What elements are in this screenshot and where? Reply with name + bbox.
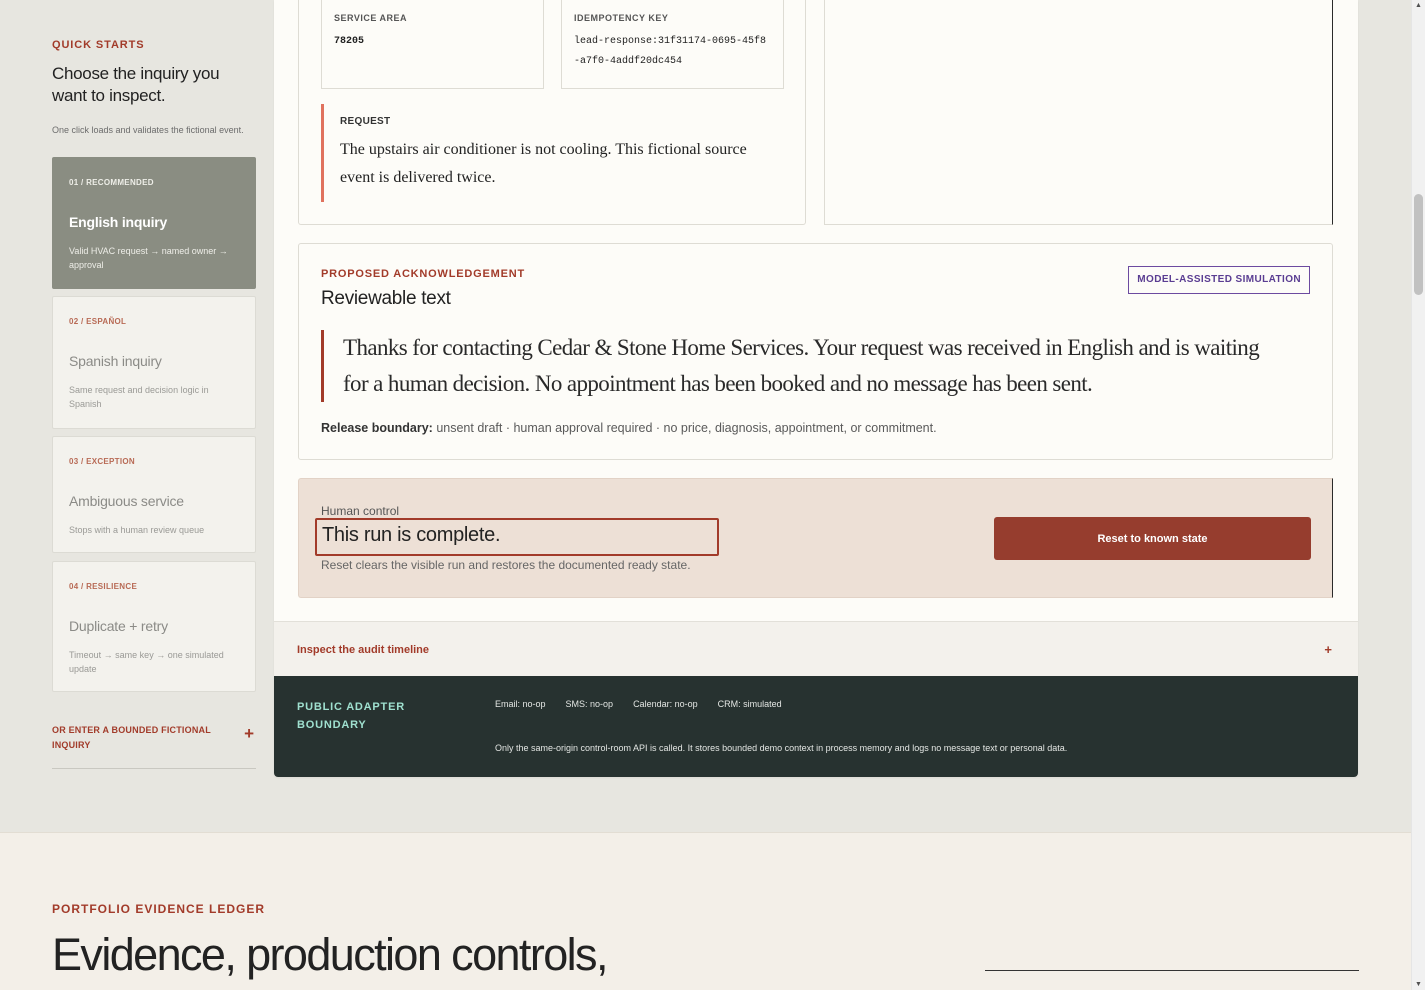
control-room-panel: SERVICE AREA 78205 IDEMPOTENCY KEY lead-…	[274, 0, 1358, 777]
adapter-chip-calendar: Calendar: no-op	[633, 699, 698, 709]
card-title: Duplicate + retry	[69, 618, 168, 634]
card-title: English inquiry	[69, 214, 168, 230]
human-control-subtitle: Reset clears the visible run and restore…	[321, 558, 691, 572]
adapter-chip-email: Email: no-op	[495, 699, 546, 709]
quick-starts-title: Choose the inquiry you want to inspect.	[52, 64, 220, 105]
scroll-down-icon[interactable]: ▼	[1415, 981, 1422, 988]
card-desc: Timeout → same key → one simulated updat…	[69, 650, 224, 674]
card-title: Spanish inquiry	[69, 353, 162, 369]
adapter-kicker: PUBLIC ADAPTER BOUNDARY	[297, 701, 405, 731]
card-desc: Valid HVAC request → named owner → appro…	[69, 246, 228, 270]
card-kicker: 04 / RESILIENCE	[69, 582, 138, 591]
quick-start-card-spanish[interactable]: 02 / ESPAÑOL Spanish inquiry Same reques…	[52, 296, 256, 429]
secondary-card	[824, 0, 1333, 225]
card-kicker: 01 / RECOMMENDED	[69, 178, 154, 187]
release-boundary: Release boundary: unsent draft · human a…	[321, 421, 937, 435]
plus-icon: +	[244, 724, 254, 743]
idempotency-key-value: lead-response:31f31174-0695-45f8-a7f0-4a…	[574, 36, 767, 67]
acknowledgement-quote: Thanks for contacting Cedar & Stone Home…	[321, 330, 1281, 402]
adapter-boundary-footer: PUBLIC ADAPTER BOUNDARY Email: no-op SMS…	[274, 676, 1358, 777]
idempotency-key-label: IDEMPOTENCY KEY	[574, 13, 669, 23]
custom-inquiry-label: OR ENTER A BOUNDED FICTIONAL INQUIRY	[52, 725, 211, 750]
adapter-chip-crm: CRM: simulated	[717, 699, 782, 709]
audit-timeline-label: Inspect the audit timeline	[297, 644, 430, 656]
event-details-card: SERVICE AREA 78205 IDEMPOTENCY KEY lead-…	[298, 0, 806, 225]
human-control-label: Human control	[321, 504, 400, 518]
request-text: The upstairs air conditioner is not cool…	[340, 141, 747, 186]
quick-start-card-ambiguous[interactable]: 03 / EXCEPTION Ambiguous service Stops w…	[52, 436, 256, 553]
card-desc: Same request and decision logic in Spani…	[69, 385, 209, 409]
quick-starts-subtitle: One click loads and validates the fictio…	[52, 125, 244, 135]
card-kicker: 03 / EXCEPTION	[69, 457, 135, 466]
ledger-kicker: PORTFOLIO EVIDENCE LEDGER	[52, 902, 266, 916]
release-boundary-text: unsent draft · human approval required ·…	[436, 421, 937, 435]
run-status-title: This run is complete.	[315, 518, 719, 556]
card-kicker: 02 / ESPAÑOL	[69, 317, 127, 326]
human-control-card: Human control This run is complete. Rese…	[298, 478, 1333, 598]
divider	[985, 970, 1359, 971]
service-area-field: SERVICE AREA 78205	[321, 0, 544, 89]
scroll-up-icon[interactable]: ▲	[1415, 2, 1422, 9]
plus-icon: +	[1324, 642, 1332, 657]
scrollbar-thumb[interactable]	[1414, 194, 1423, 295]
audit-timeline-toggle[interactable]: Inspect the audit timeline +	[274, 621, 1358, 676]
release-boundary-label: Release boundary:	[321, 421, 433, 435]
adapter-chip-sms: SMS: no-op	[565, 699, 614, 709]
adapter-note: Only the same-origin control-room API is…	[495, 743, 1068, 753]
simulation-badge: MODEL-ASSISTED SIMULATION	[1128, 266, 1310, 294]
quick-starts-label: QUICK STARTS	[52, 39, 145, 51]
page-scrollbar[interactable]: ▲ ▼	[1411, 0, 1425, 990]
request-quote: REQUEST The upstairs air conditioner is …	[321, 104, 781, 202]
request-label: REQUEST	[340, 116, 391, 127]
acknowledgement-title: Reviewable text	[321, 288, 451, 309]
evidence-ledger-section: PORTFOLIO EVIDENCE LEDGER Evidence, prod…	[0, 832, 1411, 990]
card-desc: Stops with a human review queue	[69, 525, 205, 535]
acknowledgement-kicker: PROPOSED ACKNOWLEDGEMENT	[321, 268, 525, 280]
proposed-acknowledgement-card: PROPOSED ACKNOWLEDGEMENT Reviewable text…	[298, 243, 1333, 460]
idempotency-key-field: IDEMPOTENCY KEY lead-response:31f31174-0…	[561, 0, 784, 89]
ledger-title: Evidence, production controls,	[52, 929, 608, 980]
quick-start-card-english[interactable]: 01 / RECOMMENDED English inquiry Valid H…	[52, 157, 256, 289]
card-title: Ambiguous service	[69, 493, 184, 509]
service-area-value: 78205	[334, 36, 365, 47]
adapter-chips: Email: no-op SMS: no-op Calendar: no-op …	[495, 699, 782, 709]
reset-button[interactable]: Reset to known state	[994, 517, 1311, 560]
service-area-label: SERVICE AREA	[334, 13, 408, 23]
custom-inquiry-toggle[interactable]: OR ENTER A BOUNDED FICTIONAL INQUIRY +	[52, 723, 256, 769]
quick-start-card-duplicate[interactable]: 04 / RESILIENCE Duplicate + retry Timeou…	[52, 561, 256, 692]
